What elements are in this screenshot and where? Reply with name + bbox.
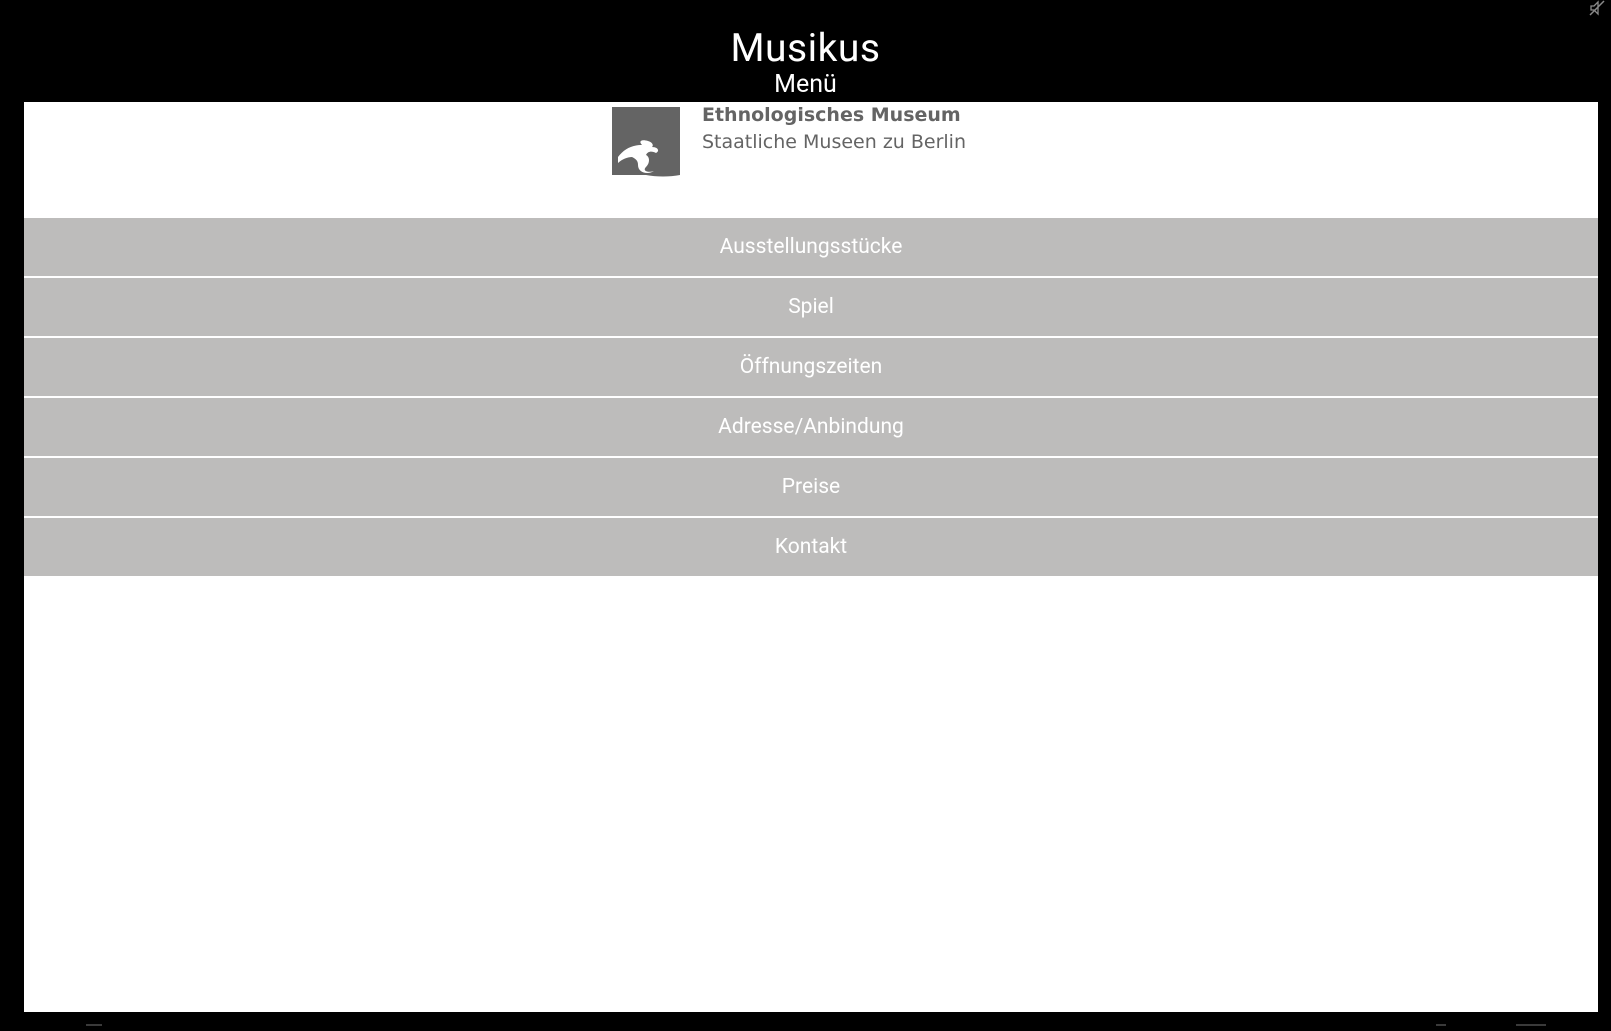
menu-item-kontakt[interactable]: Kontakt [24, 518, 1598, 576]
menu-panel: Ethnologisches Museum Staatliche Museen … [24, 102, 1598, 1012]
page-subtitle: Menü [774, 70, 837, 99]
museum-name: Ethnologisches Museum [702, 104, 961, 126]
app-title: Musikus [730, 25, 881, 71]
back-icon[interactable] [86, 1024, 102, 1031]
mute-icon [1589, 0, 1605, 16]
menu-item-adresse[interactable]: Adresse/Anbindung [24, 398, 1598, 458]
home-icon[interactable] [1436, 1024, 1446, 1031]
menu-item-oeffnungszeiten[interactable]: Öffnungszeiten [24, 338, 1598, 398]
main-menu: Ausstellungsstücke Spiel Öffnungszeiten … [24, 218, 1598, 576]
museum-institution: Staatliche Museen zu Berlin [702, 131, 967, 153]
menu-item-spiel[interactable]: Spiel [24, 278, 1598, 338]
eagle-logo-icon [612, 107, 680, 177]
menu-item-ausstellungsstuecke[interactable]: Ausstellungsstücke [24, 218, 1598, 278]
menu-item-preise[interactable]: Preise [24, 458, 1598, 518]
system-nav-bar [0, 1012, 1611, 1031]
museum-logo: Ethnologisches Museum Staatliche Museen … [24, 102, 1598, 218]
app-screen: Musikus Menü Ethnologisches Museum Staat… [0, 0, 1611, 1031]
recent-apps-icon[interactable] [1516, 1024, 1546, 1031]
